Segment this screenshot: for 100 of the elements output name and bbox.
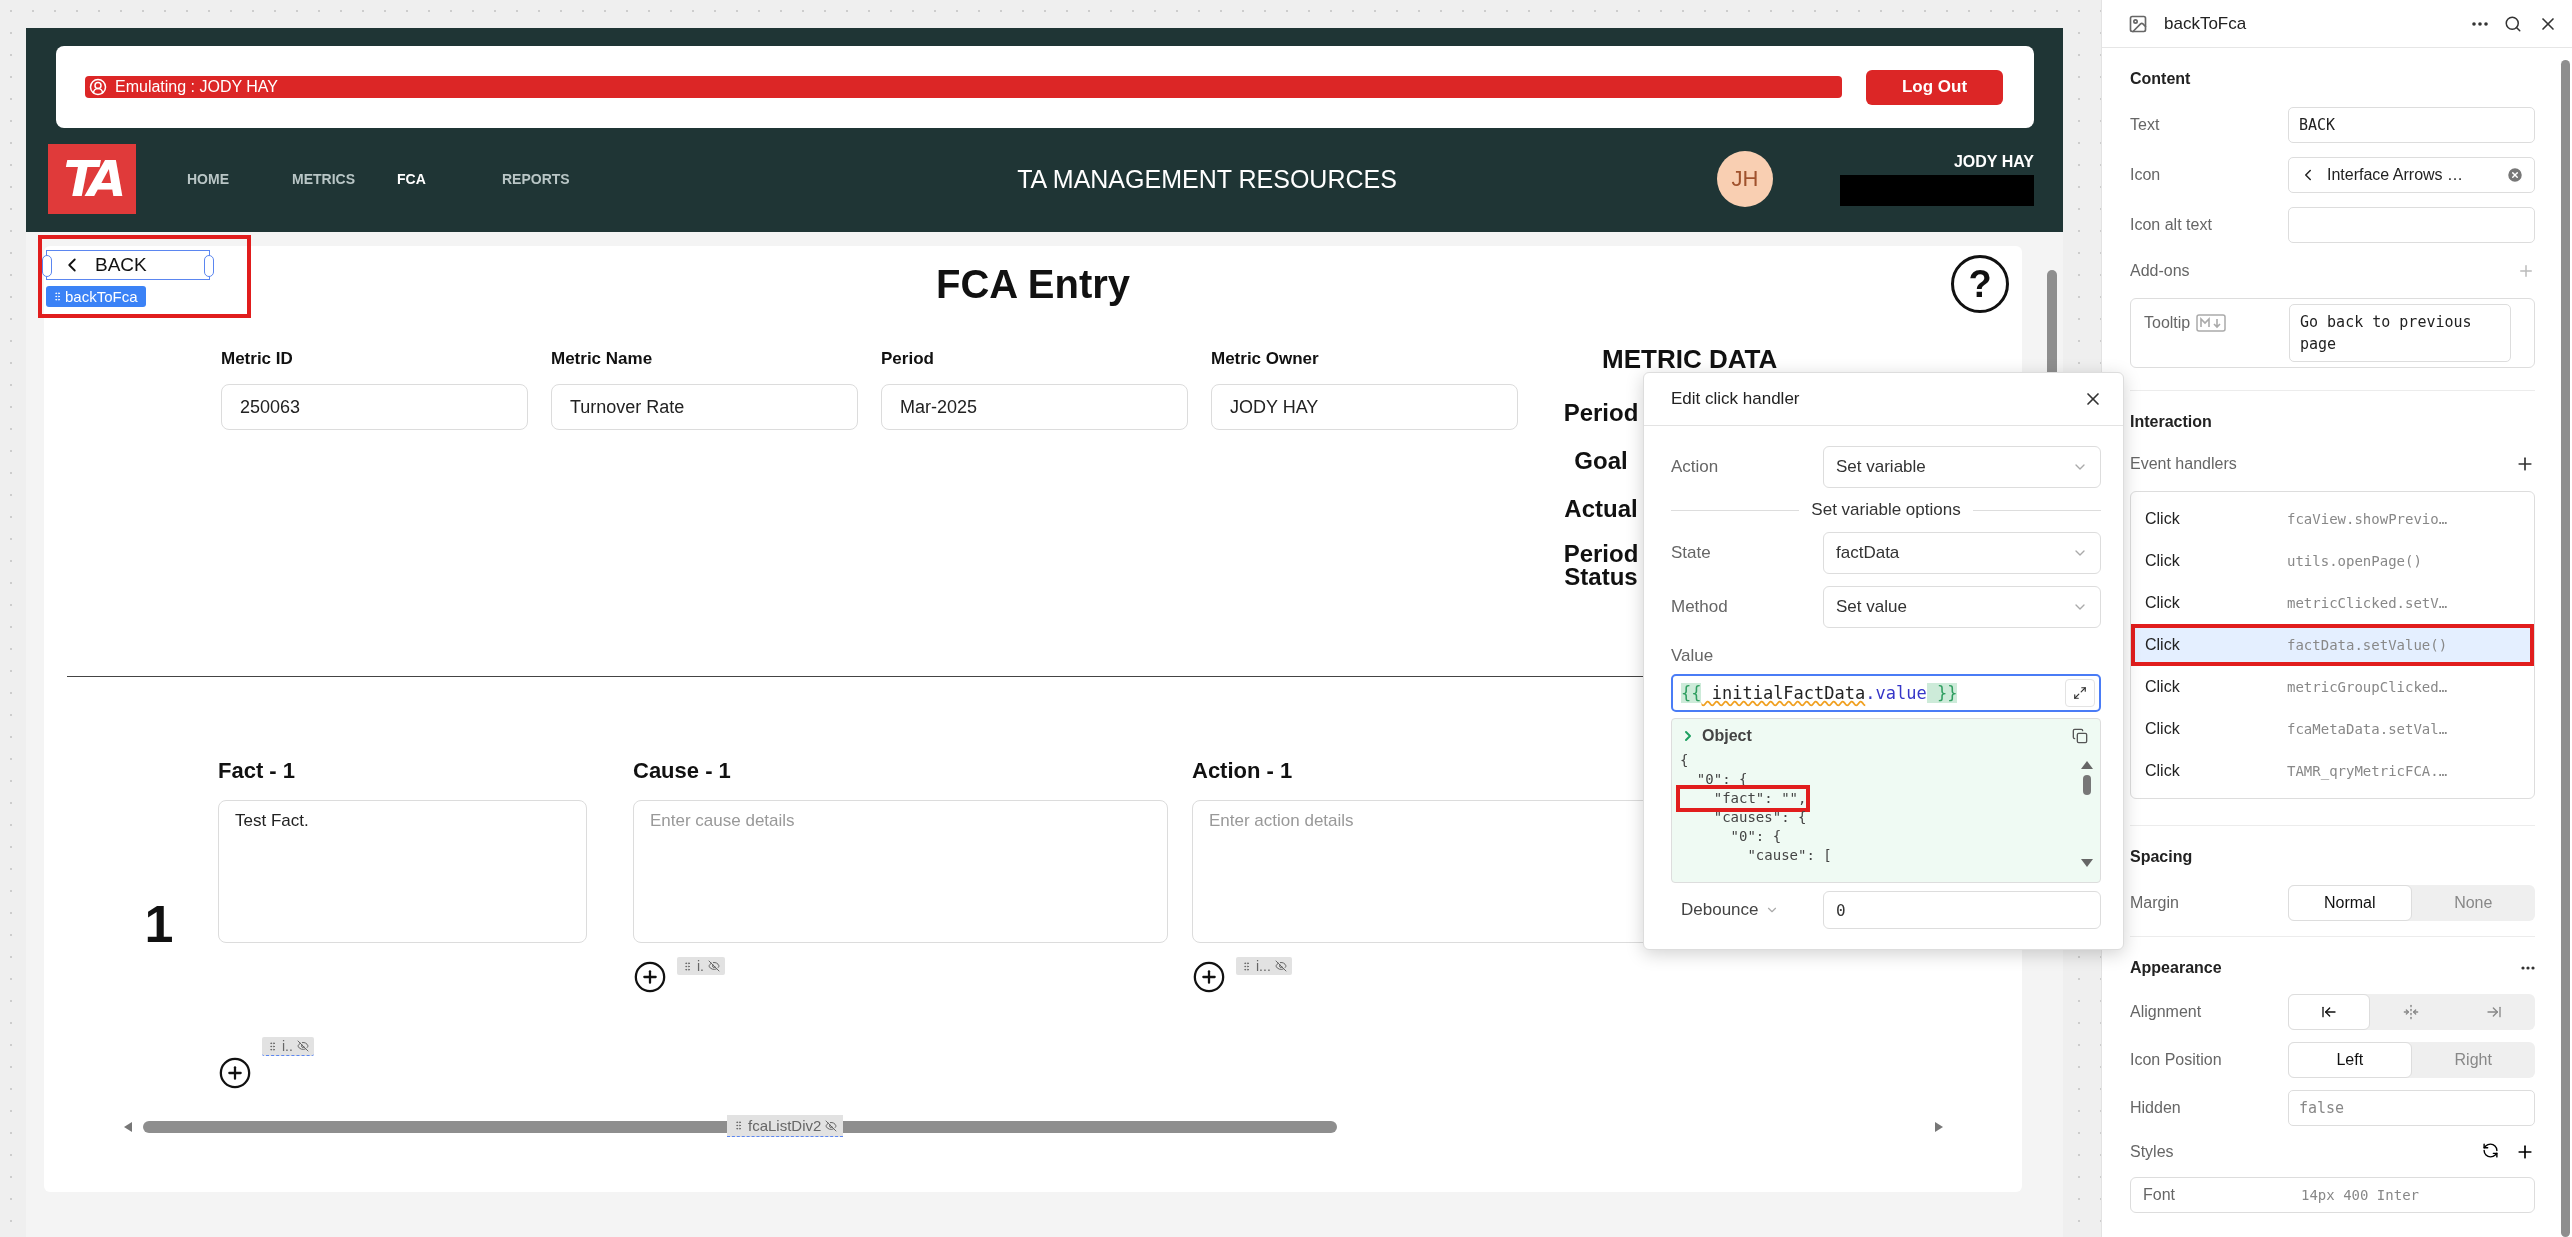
scroll-left-icon[interactable] xyxy=(123,1121,133,1133)
event-handler-row[interactable]: Click metricClicked.setV… xyxy=(2131,582,2534,624)
field-label: Metric Name xyxy=(551,348,654,370)
image-icon xyxy=(2128,13,2148,34)
event-name: Click xyxy=(2145,552,2181,570)
field-label: Margin xyxy=(2130,894,2180,912)
field-label: State xyxy=(1671,543,1712,563)
grip-icon xyxy=(1241,960,1252,972)
value-field[interactable]: {{ initialFactData.value }} xyxy=(1671,674,2101,712)
user-avatar[interactable]: JH xyxy=(1717,151,1773,207)
emulation-label: Emulating : JODY HAY xyxy=(115,78,279,96)
data-label: Period xyxy=(1562,398,1640,428)
add-button[interactable] xyxy=(633,960,667,994)
component-chip[interactable]: backToFca xyxy=(46,286,146,307)
icon-field[interactable]: Interface Arrows … xyxy=(2288,157,2535,193)
text-area[interactable]: Enter cause details xyxy=(633,800,1168,943)
event-name: Click xyxy=(2145,636,2181,654)
event-handler-row[interactable]: Click fcaMetaData.setVal… xyxy=(2131,708,2534,750)
handler-action: TAMR_qryMetricFCA.… xyxy=(2287,763,2449,779)
expand-icon xyxy=(2073,686,2087,700)
grip-icon xyxy=(682,960,693,972)
field-label: Styles xyxy=(2130,1143,2174,1161)
section-label: Set variable options xyxy=(1811,500,1961,520)
popup-title: Edit click handler xyxy=(1671,389,1800,409)
tooltip-field[interactable]: Go back to previous page xyxy=(2289,304,2511,362)
plus-circle-icon xyxy=(1192,960,1226,994)
section-heading: Appearance xyxy=(2130,959,2222,977)
more-button[interactable] xyxy=(2472,21,2488,26)
search-button[interactable] xyxy=(2504,14,2522,33)
handler-action: fcaMetaData.setVal… xyxy=(2287,721,2449,737)
code-line: { xyxy=(1679,751,1690,770)
field-label: Alignment xyxy=(2130,1003,2203,1021)
add-button[interactable] xyxy=(1192,960,1226,994)
component-chip[interactable]: fcaListDiv2 xyxy=(727,1115,844,1137)
component-chip[interactable]: i. xyxy=(677,957,725,975)
data-label: Actual xyxy=(1563,494,1639,524)
expand-button[interactable] xyxy=(2065,679,2095,707)
input-field[interactable]: Mar-2025 xyxy=(881,384,1188,430)
field-label: Metric ID xyxy=(221,348,294,370)
field-label: Icon alt text xyxy=(2130,216,2213,234)
code-text: {{ initialFactData.value }} xyxy=(1681,683,1958,703)
align-left-icon xyxy=(2321,1004,2338,1020)
grip-icon xyxy=(267,1040,278,1052)
resize-handle[interactable] xyxy=(204,255,214,277)
event-name: Click xyxy=(2145,678,2181,696)
input-field[interactable]: JODY HAY xyxy=(1211,384,1518,430)
input-field[interactable]: Turnover Rate xyxy=(551,384,858,430)
scrollbar-thumb[interactable] xyxy=(143,1121,1337,1133)
plus-circle-icon xyxy=(633,960,667,994)
component-chip[interactable]: i.. xyxy=(262,1037,314,1056)
event-handler-row[interactable]: Click TAMR_qryMetricFCA.… xyxy=(2131,750,2534,792)
resize-handle[interactable] xyxy=(42,255,52,277)
event-handler-row[interactable]: Click fcaView.showPrevio… xyxy=(2131,498,2534,540)
alt-text-field[interactable] xyxy=(2288,207,2535,243)
text-field[interactable]: BACK xyxy=(2288,107,2535,143)
debounce-field[interactable]: 0 xyxy=(1823,891,2101,929)
search-icon xyxy=(2504,14,2522,33)
help-button[interactable]: ? xyxy=(1951,255,2009,313)
clear-icon[interactable] xyxy=(2506,166,2524,184)
field-label: Value xyxy=(1671,646,1715,666)
nav-link[interactable]: REPORTS xyxy=(502,171,607,187)
nav-link[interactable]: HOME xyxy=(187,171,292,187)
grip-icon xyxy=(733,1120,744,1131)
field-label: Action xyxy=(1671,457,1720,477)
section-title: METRIC DATA xyxy=(1602,346,1778,372)
field-label: Text xyxy=(2130,116,2161,134)
reset-icon[interactable] xyxy=(2482,1142,2499,1159)
nav-link[interactable]: METRICS xyxy=(292,171,397,187)
copy-icon[interactable] xyxy=(2072,728,2088,744)
input-field[interactable]: 250063 xyxy=(221,384,528,430)
more-icon xyxy=(2472,21,2488,26)
user-name: JODY HAY xyxy=(1953,152,2034,171)
option-select[interactable]: Set value xyxy=(1823,586,2101,628)
add-button[interactable] xyxy=(218,1056,252,1090)
handler-action: utils.openPage() xyxy=(2287,553,2423,569)
hidden-field[interactable]: false xyxy=(2288,1090,2535,1126)
segment-button[interactable]: Left xyxy=(2288,1042,2412,1078)
logout-button[interactable]: Log Out xyxy=(1866,69,2003,105)
option-select[interactable]: factData xyxy=(1823,532,2101,574)
font-style-row[interactable]: Font 14px 400 Inter xyxy=(2130,1177,2535,1213)
component-chip[interactable]: i... xyxy=(1236,957,1292,975)
field-label: Font xyxy=(2143,1186,2176,1204)
scroll-right-icon[interactable] xyxy=(1934,1121,1944,1133)
event-handler-row[interactable]: Click metricGroupClicked… xyxy=(2131,666,2534,708)
event-name: Click xyxy=(2145,510,2181,528)
preview-type: Object xyxy=(1702,727,1752,745)
segment-button[interactable]: Normal xyxy=(2288,885,2412,921)
section-heading: Spacing xyxy=(2130,848,2193,866)
row-number: 1 xyxy=(143,894,175,954)
handler-action: metricClicked.setV… xyxy=(2287,595,2449,611)
vertical-scrollbar[interactable] xyxy=(2561,60,2570,1237)
column-heading: Fact - 1 xyxy=(218,757,296,785)
nav-link[interactable]: FCA xyxy=(397,171,502,187)
more-icon[interactable] xyxy=(2521,966,2535,970)
column-heading: Action - 1 xyxy=(1192,757,1293,785)
event-name: Click xyxy=(2145,720,2181,738)
action-select[interactable]: Set variable xyxy=(1823,446,2101,488)
text-area[interactable]: Test Fact. xyxy=(218,800,587,943)
event-handler-row[interactable]: Click utils.openPage() xyxy=(2131,540,2534,582)
event-handler-row[interactable]: Click factData.setValue() xyxy=(2131,624,2534,666)
